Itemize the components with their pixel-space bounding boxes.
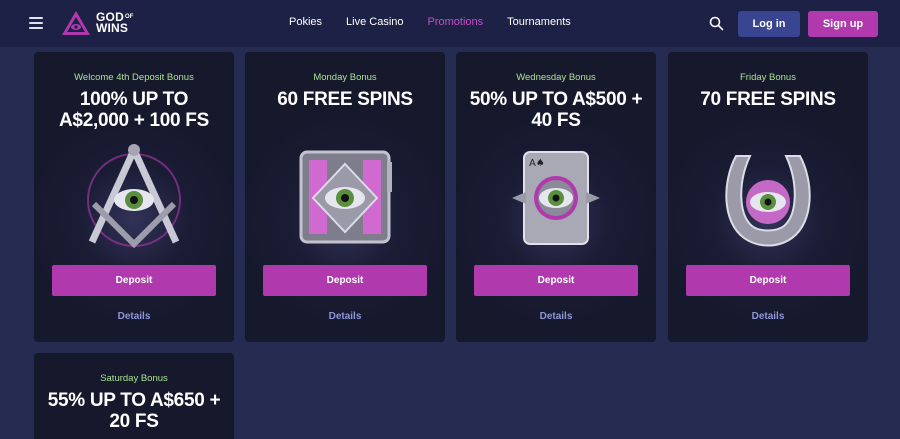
promo-title: 60 FREE SPINS [277, 89, 413, 110]
logo-text: GODOF WINS [96, 11, 134, 35]
deposit-button[interactable]: Deposit [474, 265, 638, 296]
promo-title: 55% UP TO A$650 + 20 FS [47, 390, 221, 432]
eye-horseshoe-icon [725, 155, 811, 247]
eye-slot-machine-icon [299, 150, 392, 244]
details-link[interactable]: Details [245, 311, 445, 322]
main-nav: Pokies Live Casino Promotions Tournament… [289, 16, 595, 28]
promo-card-monday: Monday Bonus 60 FREE SPINS Deposit Detai… [245, 52, 445, 342]
promo-subtitle: Wednesday Bonus [516, 72, 596, 83]
deposit-button[interactable]: Deposit [263, 265, 427, 296]
details-link[interactable]: Details [34, 311, 234, 322]
site-logo[interactable]: GODOF WINS [60, 9, 134, 37]
promo-subtitle: Saturday Bonus [100, 373, 168, 384]
details-link[interactable]: Details [456, 311, 656, 322]
promo-card-friday: Friday Bonus 70 FREE SPINS Deposit Detai… [668, 52, 868, 342]
logo-word-wins: WINS [96, 21, 129, 35]
promo-title: 100% UP TO A$2,000 + 100 FS [59, 89, 209, 131]
promo-card-welcome: Welcome 4th Deposit Bonus 100% UP TO A$2… [34, 52, 234, 342]
eye-playing-card-icon: A♠ [512, 151, 600, 245]
promo-subtitle: Monday Bonus [313, 72, 377, 83]
promo-title: 70 FREE SPINS [700, 89, 836, 110]
promo-subtitle: Welcome 4th Deposit Bonus [74, 72, 194, 83]
logo-word-of: OF [124, 14, 134, 20]
nav-live-casino[interactable]: Live Casino [346, 16, 403, 28]
promo-card-wednesday: Wednesday Bonus 50% UP TO A$500 + 40 FS … [456, 52, 656, 342]
eye-compass-icon [87, 144, 181, 249]
promo-subtitle: Friday Bonus [740, 72, 796, 83]
hamburger-menu-icon[interactable] [29, 17, 43, 29]
nav-promotions[interactable]: Promotions [428, 16, 484, 28]
nav-tournaments[interactable]: Tournaments [507, 16, 571, 28]
deposit-button[interactable]: Deposit [52, 265, 216, 296]
details-link[interactable]: Details [668, 311, 868, 322]
top-header: GODOF WINS Pokies Live Casino Promotions… [0, 0, 900, 47]
deposit-button[interactable]: Deposit [686, 265, 850, 296]
nav-pokies[interactable]: Pokies [289, 16, 322, 28]
signup-button[interactable]: Sign up [808, 11, 878, 37]
svg-text:A♠: A♠ [529, 158, 545, 169]
promo-card-saturday: Saturday Bonus 55% UP TO A$650 + 20 FS [34, 353, 234, 439]
login-button[interactable]: Log in [738, 11, 800, 37]
promo-title: 50% UP TO A$500 + 40 FS [469, 89, 643, 131]
search-icon[interactable] [709, 16, 724, 31]
pyramid-eye-logo-icon [62, 11, 90, 35]
